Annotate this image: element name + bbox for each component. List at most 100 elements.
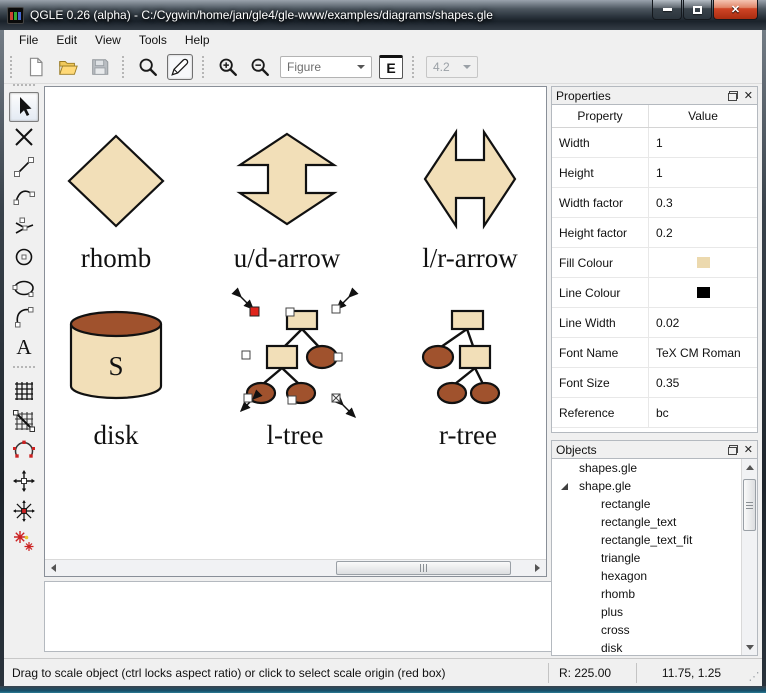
tree-item-rectangle-text[interactable]: rectangle_text [552,513,757,531]
property-value[interactable]: 0.2 [649,218,757,247]
color-swatch[interactable] [696,257,710,268]
property-value[interactable]: 1 [649,158,757,187]
app-icon [7,6,24,24]
save-icon [92,58,109,75]
menu-view[interactable]: View [86,31,130,49]
scroll-left-button[interactable] [45,560,62,576]
toolbar-handle [10,55,16,78]
toolbar-handle [13,84,35,90]
canvas-horizontal-scrollbar[interactable] [45,559,546,576]
property-value[interactable]: 0.35 [649,368,757,397]
float-panel-icon[interactable] [727,444,738,455]
scrollbar-thumb[interactable] [335,561,511,575]
minimize-button[interactable] [652,0,682,20]
menu-file[interactable]: File [10,31,47,49]
shape-disk[interactable]: S disk [69,310,163,450]
scale-tool-icon [13,500,35,522]
toolbar-handle [412,55,418,78]
tree-item-label: shapes.gle [579,461,638,475]
spline-tool[interactable] [9,212,39,242]
console-output[interactable] [44,581,553,652]
properties-rows: Width 1 Height 1 Width factor 0.3 Height facto… [552,128,757,428]
select-tool[interactable] [9,92,39,122]
arc-tool-icon [15,307,34,328]
property-value[interactable]: bc [649,398,757,427]
property-name: Height [552,158,649,187]
scroll-up-button[interactable] [742,459,757,475]
tree-item-cross[interactable]: cross [552,621,757,639]
text-tool[interactable]: A [9,332,39,362]
edit-mode-button[interactable] [167,53,193,80]
arrow-left-icon [51,564,56,572]
shape-rhomb[interactable]: rhomb [67,134,165,273]
property-row: Width 1 [552,128,757,158]
grid-snap-tool[interactable] [9,406,39,436]
curve-tool[interactable] [9,182,39,212]
maximize-button[interactable] [683,0,712,20]
float-panel-icon[interactable] [727,90,738,101]
move-tool[interactable] [9,466,39,496]
tree-item-shapes-gle[interactable]: shapes.gle [552,459,757,477]
property-value[interactable]: 1 [649,128,757,157]
pointer-mode-button[interactable] [135,54,161,80]
tree-item-rectangle[interactable]: rectangle [552,495,757,513]
line-tool[interactable] [9,152,39,182]
perspective-tool[interactable] [9,526,39,556]
new-file-button[interactable] [23,54,49,80]
tree-item-plus[interactable]: plus [552,603,757,621]
close-button[interactable]: ✕ [713,0,758,20]
scroll-down-button[interactable] [742,639,757,655]
menu-edit[interactable]: Edit [47,31,86,49]
rotate-tool[interactable] [9,436,39,466]
tree-item-triangle[interactable]: triangle [552,549,757,567]
minimize-icon [662,8,672,11]
equation-button[interactable]: E [379,54,403,79]
objects-vertical-scrollbar[interactable] [741,459,757,655]
objects-panel-titlebar[interactable]: Objects ✕ [551,440,758,459]
zoom-out-button[interactable] [247,54,273,80]
scrollbar-thumb[interactable] [743,479,756,531]
circle-tool[interactable] [9,242,39,272]
close-panel-icon[interactable]: ✕ [744,90,753,101]
grid-tool[interactable] [9,376,39,406]
delete-tool[interactable] [9,122,39,152]
drawing-canvas[interactable]: rhomb u/d-arrow l/r-arrow S disk l-tree … [44,86,547,577]
arc-tool[interactable] [9,302,39,332]
property-value[interactable]: TeX CM Roman [649,338,757,367]
color-swatch[interactable] [696,287,710,298]
shape-ud-arrow[interactable]: u/d-arrow [234,132,341,273]
property-value[interactable] [649,248,757,277]
version-dropdown: 4.2 [426,55,478,78]
magnifier-icon [139,58,157,76]
close-panel-icon[interactable]: ✕ [744,444,753,455]
property-value[interactable] [649,278,757,307]
spline-tool-icon [15,217,34,234]
title-bar[interactable]: QGLE 0.26 (alpha) - C:/Cygwin/home/jan/g… [0,0,766,30]
scroll-right-button[interactable] [529,560,546,576]
canvas-area[interactable]: rhomb u/d-arrow l/r-arrow S disk l-tree … [45,87,546,559]
open-file-button[interactable] [55,54,81,80]
value-column-header: Value [688,109,718,123]
ellipse-tool[interactable] [9,272,39,302]
menu-bar: File Edit View Tools Help [4,30,762,50]
scale-tool[interactable] [9,496,39,526]
menu-help[interactable]: Help [176,31,219,49]
property-name: Line Width [552,308,649,337]
tree-item-rectangle-text-fit[interactable]: rectangle_text_fit [552,531,757,549]
tree-expanded-icon[interactable] [561,483,568,490]
shape-l-tree[interactable]: l-tree [245,309,339,450]
shape-r-tree[interactable]: r-tree [421,309,501,450]
tree-item-hexagon[interactable]: hexagon [552,567,757,585]
resize-grip-icon[interactable]: ⋰ [746,663,762,683]
menu-tools[interactable]: Tools [130,31,176,49]
property-value[interactable]: 0.02 [649,308,757,337]
circle-tool-icon [15,248,33,266]
zoom-in-button[interactable] [215,54,241,80]
properties-panel-titlebar[interactable]: Properties ✕ [551,86,758,105]
tree-item-rhomb[interactable]: rhomb [552,585,757,603]
property-value[interactable]: 0.3 [649,188,757,217]
shape-lr-arrow[interactable]: l/r-arrow [422,128,518,273]
zoom-level-dropdown[interactable]: Figure [280,55,372,78]
tree-item-disk[interactable]: disk [552,639,757,655]
tree-item-shape-gle[interactable]: shape.gle [552,477,757,495]
